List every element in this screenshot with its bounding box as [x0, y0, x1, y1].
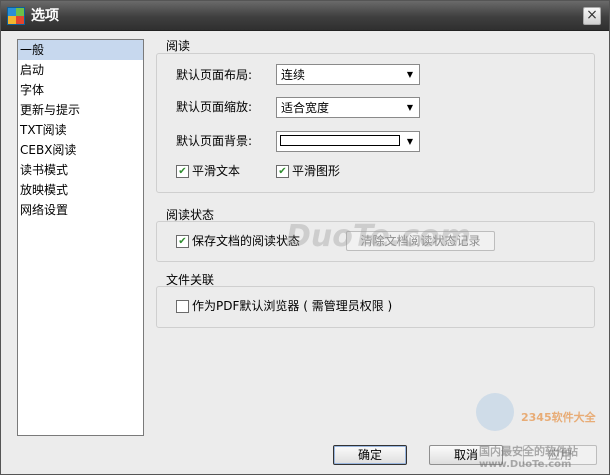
clear-reading-state-button[interactable]: 清除文档阅读状态记录 — [346, 231, 495, 251]
category-list[interactable]: 一般 启动 字体 更新与提示 TXT阅读 CEBX阅读 读书模式 放映模式 网络… — [17, 39, 144, 436]
smooth-graphics-label: 平滑图形 — [292, 164, 341, 178]
background-color-select[interactable]: ▼ — [276, 131, 420, 152]
nav-item-txt-reading[interactable]: TXT阅读 — [18, 120, 143, 140]
layout-value: 连续 — [281, 68, 306, 82]
app-grid-icon — [7, 7, 25, 25]
nav-item-network[interactable]: 网络设置 — [18, 200, 143, 220]
nav-item-font[interactable]: 字体 — [18, 80, 143, 100]
dropdown-arrow-icon[interactable]: ▼ — [403, 67, 417, 82]
smooth-text-label: 平滑文本 — [192, 164, 241, 178]
nav-item-reading-mode[interactable]: 读书模式 — [18, 160, 143, 180]
nav-item-general[interactable]: 一般 — [18, 40, 143, 60]
layout-label: 默认页面布局: — [176, 68, 253, 82]
ok-button[interactable]: 确定 — [333, 445, 407, 465]
nav-item-slideshow-mode[interactable]: 放映模式 — [18, 180, 143, 200]
nav-item-update[interactable]: 更新与提示 — [18, 100, 143, 120]
checkmark-icon: ✔ — [278, 166, 287, 177]
title-bar[interactable]: 选项 × — [1, 1, 609, 31]
layout-select[interactable]: 连续 ▼ — [276, 64, 420, 85]
background-label: 默认页面背景: — [176, 134, 253, 148]
checkmark-icon: ✔ — [178, 166, 187, 177]
smooth-text-checkbox[interactable]: ✔ — [176, 165, 189, 178]
smooth-graphics-checkbox[interactable]: ✔ — [276, 165, 289, 178]
close-icon[interactable]: × — [583, 7, 601, 25]
nav-item-cebx-reading[interactable]: CEBX阅读 — [18, 140, 143, 160]
dropdown-arrow-icon[interactable]: ▼ — [403, 134, 417, 149]
save-reading-state-checkbox[interactable]: ✔ — [176, 235, 189, 248]
watermark-brand: 2345软件大全 — [521, 411, 596, 424]
zoom-value: 适合宽度 — [281, 101, 330, 115]
watermark-mascot-icon — [476, 393, 514, 431]
save-reading-state-label: 保存文档的阅读状态 — [192, 234, 301, 248]
apply-button[interactable]: 应用 — [523, 445, 597, 465]
zoom-select[interactable]: 适合宽度 ▼ — [276, 97, 420, 118]
nav-item-startup[interactable]: 启动 — [18, 60, 143, 80]
dropdown-arrow-icon[interactable]: ▼ — [403, 100, 417, 115]
default-pdf-viewer-label: 作为PDF默认浏览器 ( 需管理员权限 ) — [192, 299, 393, 313]
file-assoc-group-label: 文件关联 — [166, 273, 215, 287]
background-color-swatch — [280, 135, 400, 146]
reading-state-group-label: 阅读状态 — [166, 208, 215, 222]
checkmark-icon: ✔ — [178, 236, 187, 247]
default-pdf-viewer-checkbox[interactable] — [176, 300, 189, 313]
zoom-label: 默认页面缩放: — [176, 100, 253, 114]
options-dialog: 选项 × 一般 启动 字体 更新与提示 TXT阅读 CEBX阅读 读书模式 放映… — [0, 0, 610, 475]
window-title: 选项 — [31, 8, 59, 24]
cancel-button[interactable]: 取消 — [429, 445, 503, 465]
reading-group-label: 阅读 — [166, 39, 191, 53]
